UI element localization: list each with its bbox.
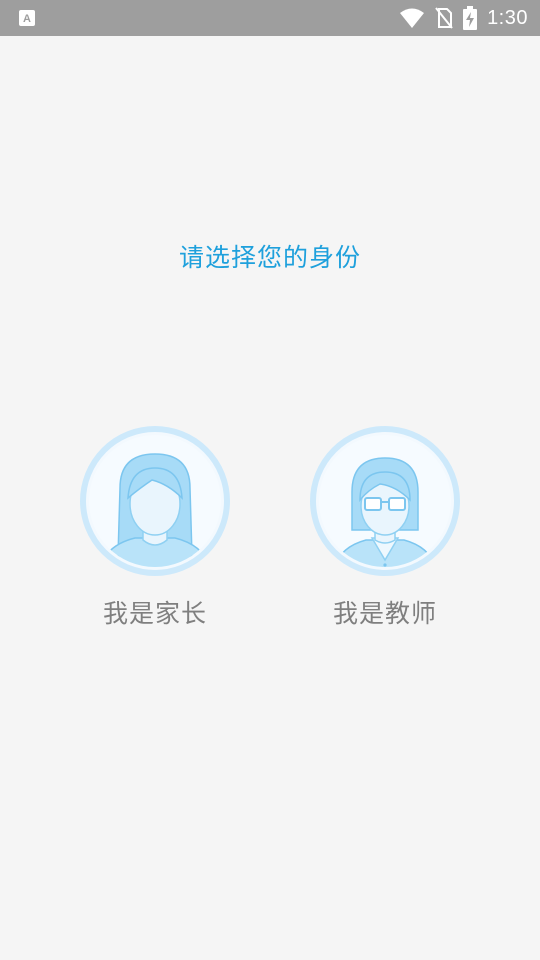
parent-role-button[interactable]: 我是家长 — [75, 426, 235, 630]
notification-a-icon: A — [19, 10, 35, 26]
status-time: 1:30 — [487, 6, 528, 29]
no-sim-icon — [435, 7, 453, 29]
status-icons: 1:30 — [399, 0, 528, 36]
parent-avatar-icon — [80, 426, 230, 576]
teacher-avatar-icon — [310, 426, 460, 576]
battery-charging-icon — [463, 6, 478, 30]
teacher-role-label: 我是教师 — [332, 599, 437, 628]
teacher-role-button[interactable]: 我是教师 — [305, 426, 465, 630]
svg-text:A: A — [23, 13, 31, 25]
status-bar: A 1:30 — [0, 0, 540, 36]
page-title: 请选择您的身份 — [178, 243, 361, 272]
parent-role-label: 我是家长 — [102, 599, 207, 628]
wifi-icon — [400, 8, 425, 28]
